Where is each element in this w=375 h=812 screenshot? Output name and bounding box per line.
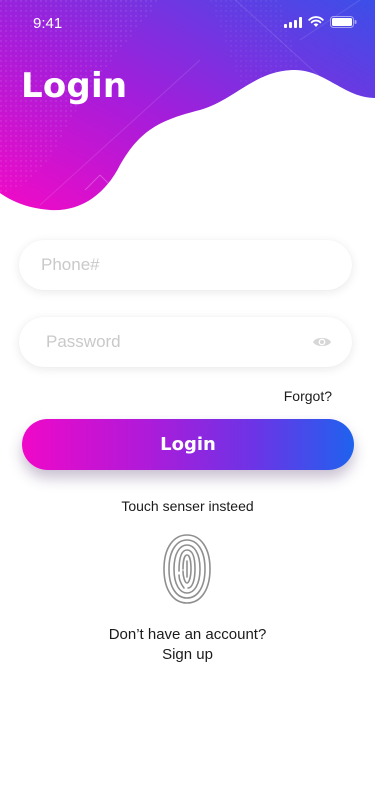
password-input[interactable] bbox=[46, 317, 312, 367]
password-field[interactable] bbox=[19, 317, 352, 367]
eye-icon[interactable] bbox=[312, 335, 332, 349]
phone-field[interactable] bbox=[19, 240, 352, 290]
forgot-password-link[interactable]: Forgot? bbox=[284, 388, 332, 404]
fingerprint-icon[interactable] bbox=[161, 533, 213, 605]
touch-sensor-label: Touch senser insteed bbox=[121, 498, 254, 514]
signup-prompt: Don’t have an account? bbox=[108, 626, 267, 643]
status-time: 9:41 bbox=[33, 15, 63, 32]
signup-link[interactable]: Sign up bbox=[0, 646, 375, 663]
wifi-icon bbox=[308, 16, 324, 28]
battery-icon bbox=[330, 16, 357, 28]
status-icons bbox=[284, 16, 357, 28]
cellular-signal-icon bbox=[284, 16, 302, 28]
page-title: Login bbox=[21, 66, 128, 106]
phone-input[interactable] bbox=[41, 240, 352, 290]
status-bar: 9:41 bbox=[0, 0, 375, 44]
login-button[interactable]: Login bbox=[22, 419, 354, 470]
